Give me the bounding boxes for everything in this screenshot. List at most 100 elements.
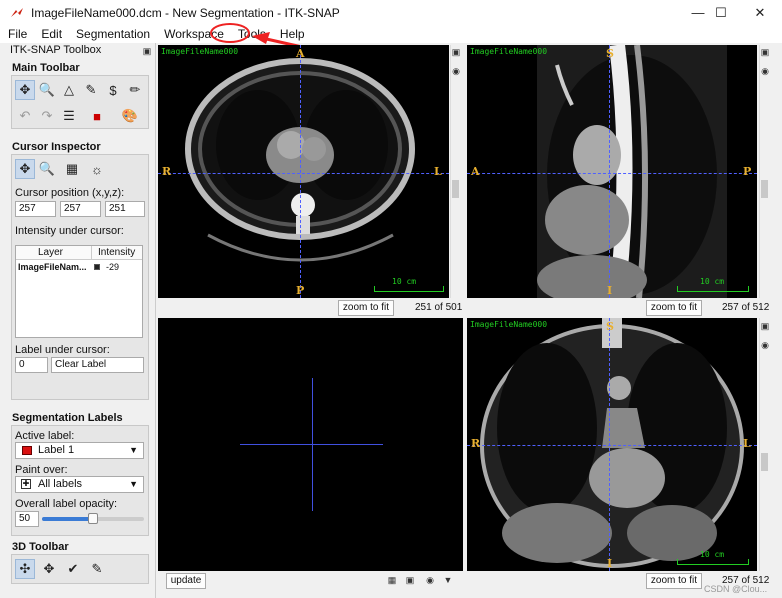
segmentation-labels-title: Segmentation Labels: [12, 412, 123, 424]
coronal-view[interactable]: ImageFileName000 R L S I 10 cm: [467, 318, 757, 571]
scalpel-3d-icon[interactable]: ✔: [63, 559, 83, 579]
opacity-field[interactable]: 50: [15, 511, 39, 527]
row-layer: ImageFileNam...: [18, 262, 87, 272]
intensity-label: Intensity under cursor:: [15, 225, 124, 237]
sagittal-orient-bottom: I: [607, 284, 613, 297]
main-toolbar-title: Main Toolbar: [12, 62, 80, 74]
redo-icon[interactable]: ↷: [37, 106, 57, 126]
sagittal-view[interactable]: ImageFileName000 A P S I 10 cm: [467, 45, 757, 298]
opacity-slider[interactable]: [42, 513, 144, 524]
coronal-orient-right: L: [743, 437, 751, 450]
cursor-z-field[interactable]: 251: [105, 201, 145, 217]
label-color-swatch: [22, 446, 32, 455]
axial-orient-right: L: [434, 165, 442, 178]
coronal-orient-left: R: [471, 437, 481, 450]
active-label-dropdown[interactable]: Label 1 ▼: [15, 442, 144, 459]
opacity-label: Overall label opacity:: [15, 498, 118, 510]
active-label-label: Active label:: [15, 430, 75, 442]
intensity-swatch: [94, 264, 100, 270]
update-button[interactable]: update: [166, 573, 206, 589]
undo-icon[interactable]: ↶: [15, 106, 35, 126]
menu-help[interactable]: Help: [280, 27, 305, 41]
coronal-image-name: ImageFileName000: [470, 320, 548, 329]
sagittal-orient-right: P: [743, 165, 752, 178]
coronal-camera-icon[interactable]: ◉: [760, 340, 770, 350]
sagittal-orient-left: A: [471, 165, 480, 178]
opacity-slider-thumb[interactable]: [88, 513, 98, 524]
axial-orient-left: R: [162, 165, 172, 178]
sagittal-scrollbar[interactable]: [759, 45, 769, 298]
sagittal-slice-counter: 257 of 512: [722, 302, 770, 313]
coronal-crosshair-h: [467, 445, 757, 446]
inspector-grid-icon[interactable]: ▦: [62, 159, 82, 179]
cursor-x-field[interactable]: 257: [15, 201, 56, 217]
inspector-crosshair-icon[interactable]: ✥: [15, 159, 35, 179]
axial-crosshair-v: [300, 45, 301, 298]
chevron-down-icon: ▼: [129, 479, 138, 489]
paint-over-dropdown[interactable]: ✚ All labels ▼: [15, 476, 144, 493]
axial-ct-image: [185, 58, 415, 262]
toolbox-panel: ITK-SNAP Toolbox ▣ Main Toolbar ✥ 🔍 △ ✎ …: [0, 43, 156, 598]
sagittal-scale-bar: [677, 286, 749, 292]
3d-camera-icon[interactable]: ◉: [425, 575, 435, 585]
3d-grid-icon[interactable]: ▦: [387, 575, 397, 585]
crosshair-3d-icon[interactable]: ✥: [39, 559, 59, 579]
annotation-tool-icon[interactable]: ✏: [125, 80, 145, 100]
label-color-icon[interactable]: ■: [87, 106, 107, 126]
layers-icon[interactable]: ☰: [59, 106, 79, 126]
rotate-3d-icon[interactable]: ✣: [15, 559, 35, 579]
spray-3d-icon[interactable]: ✎: [87, 559, 107, 579]
menu-edit[interactable]: Edit: [41, 27, 62, 41]
label-name-field: Clear Label: [51, 357, 144, 373]
chevron-down-icon[interactable]: ▼: [443, 575, 453, 585]
menu-segmentation[interactable]: Segmentation: [76, 27, 150, 41]
axial-scale-bar: [374, 286, 444, 292]
menu-file[interactable]: File: [8, 27, 27, 41]
coronal-crosshair-v: [609, 318, 610, 571]
close-icon[interactable]: ✕: [743, 0, 777, 25]
maximize-icon[interactable]: ☐: [704, 0, 738, 25]
render-3d-view[interactable]: [158, 318, 463, 571]
active-label-value: Label 1: [38, 444, 75, 456]
coronal-layout-icon[interactable]: ▣: [760, 321, 770, 331]
cursor-inspector-title: Cursor Inspector: [12, 141, 101, 153]
label-under-cursor-label: Label under cursor:: [15, 344, 110, 356]
axial-camera-icon[interactable]: ◉: [451, 66, 461, 76]
axial-layout-icon[interactable]: ▣: [451, 47, 461, 57]
paintbrush-tool-icon[interactable]: ✎: [81, 80, 101, 100]
toolbar-3d-title: 3D Toolbar: [12, 541, 69, 553]
axial-view[interactable]: ImageFileName000 R L A P 10 cm: [158, 45, 449, 298]
sagittal-crosshair-v: [609, 45, 610, 298]
3d-crosshair-v: [312, 378, 313, 511]
axial-zoom-to-fit-button[interactable]: zoom to fit: [338, 300, 394, 316]
cursor-y-field[interactable]: 257: [60, 201, 101, 217]
opacity-slider-fill: [42, 517, 93, 521]
sagittal-zoom-to-fit-button[interactable]: zoom to fit: [646, 300, 702, 316]
cursor-position-label: Cursor position (x,y,z):: [15, 187, 125, 199]
itksnap-logo-icon: [11, 7, 23, 17]
coronal-scale-label: 10 cm: [700, 550, 725, 559]
3d-expand-icon[interactable]: ▣: [405, 575, 415, 585]
sagittal-layout-icon[interactable]: ▣: [760, 47, 770, 57]
axial-crosshair-h: [158, 173, 449, 174]
undock-icon[interactable]: ▣: [142, 46, 152, 56]
paint-over-value: All labels: [38, 478, 83, 490]
axial-slice-counter: 251 of 501: [415, 302, 463, 313]
coronal-zoom-to-fit-button[interactable]: zoom to fit: [646, 573, 702, 589]
table-row[interactable]: ImageFileNam... -29: [16, 261, 142, 274]
paint-over-label: Paint over:: [15, 464, 68, 476]
polygon-tool-icon[interactable]: △: [59, 80, 79, 100]
axial-scale-label: 10 cm: [392, 277, 417, 286]
snake-tool-icon[interactable]: $: [103, 80, 123, 100]
inspector-zoom-icon[interactable]: 🔍: [37, 159, 57, 179]
menu-bar: File Edit Segmentation Workspace Tools H…: [0, 25, 782, 43]
sagittal-camera-icon[interactable]: ◉: [760, 66, 770, 76]
crosshair-tool-icon[interactable]: ✥: [15, 80, 35, 100]
palette-icon[interactable]: 🎨: [120, 106, 140, 126]
coronal-scrollbar[interactable]: [759, 318, 769, 571]
axial-scrollbar[interactable]: [450, 45, 460, 298]
row-intensity: -29: [106, 262, 120, 272]
zoom-tool-icon[interactable]: 🔍: [37, 80, 57, 100]
inspector-network-icon[interactable]: ☼: [87, 159, 107, 179]
sagittal-ct-image: [537, 45, 727, 298]
